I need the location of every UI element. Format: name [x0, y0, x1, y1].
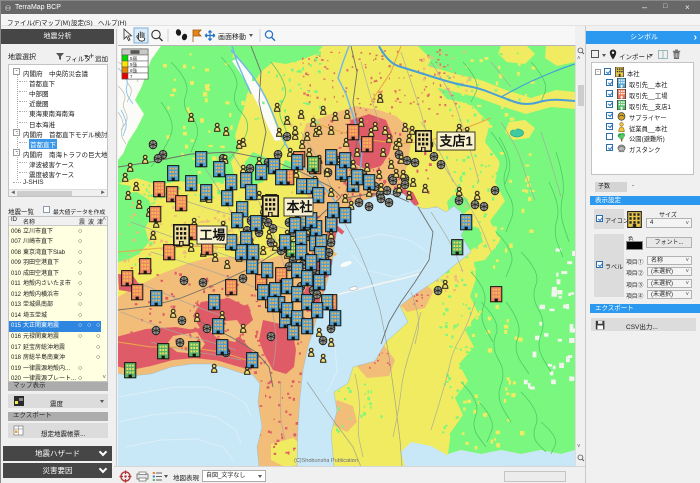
svg-text:本社: 本社: [287, 200, 313, 215]
svg-text:工場: 工場: [200, 228, 226, 243]
svg-text:支店1: 支店1: [439, 134, 473, 149]
svg-text:(C)Shobunsha Publication: (C)Shobunsha Publication: [294, 458, 358, 464]
